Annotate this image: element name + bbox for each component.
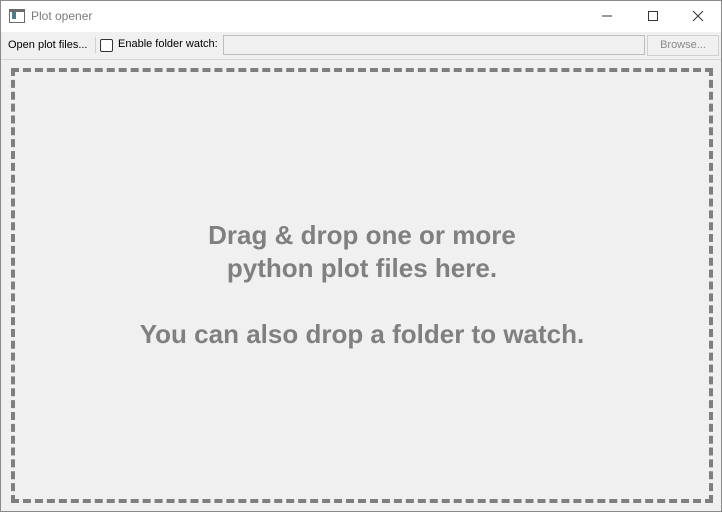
drop-folder-hint: You can also drop a folder to watch. [139,319,585,349]
open-plot-files-button[interactable]: Open plot files... [3,35,93,55]
window-title: Plot opener [31,9,93,23]
maximize-button[interactable] [630,1,676,31]
title-bar[interactable]: Plot opener [1,1,721,32]
toolbar-divider [1,59,721,60]
maximize-icon [648,11,658,21]
plot-window-icon [9,9,25,23]
toolbar: Open plot files... Enable folder watch: … [1,32,721,58]
browse-button[interactable]: Browse... [647,35,719,56]
folder-path-input[interactable] [223,35,645,55]
toolbar-separator [95,37,96,53]
minimize-icon [602,15,612,17]
folder-watch-label[interactable]: Enable folder watch: [118,38,218,50]
close-button[interactable] [675,1,721,31]
drop-instruction-line-2: python plot files here. [226,253,498,283]
close-icon [692,10,704,22]
folder-watch-checkbox[interactable] [100,39,113,52]
drop-instruction-line-1: Drag & drop one or more [208,220,516,250]
minimize-button[interactable] [584,1,630,31]
drop-zone[interactable]: Drag & drop one or more python plot file… [11,68,713,503]
plot-opener-window: Plot opener Open plot files... Enable fo… [0,0,722,512]
